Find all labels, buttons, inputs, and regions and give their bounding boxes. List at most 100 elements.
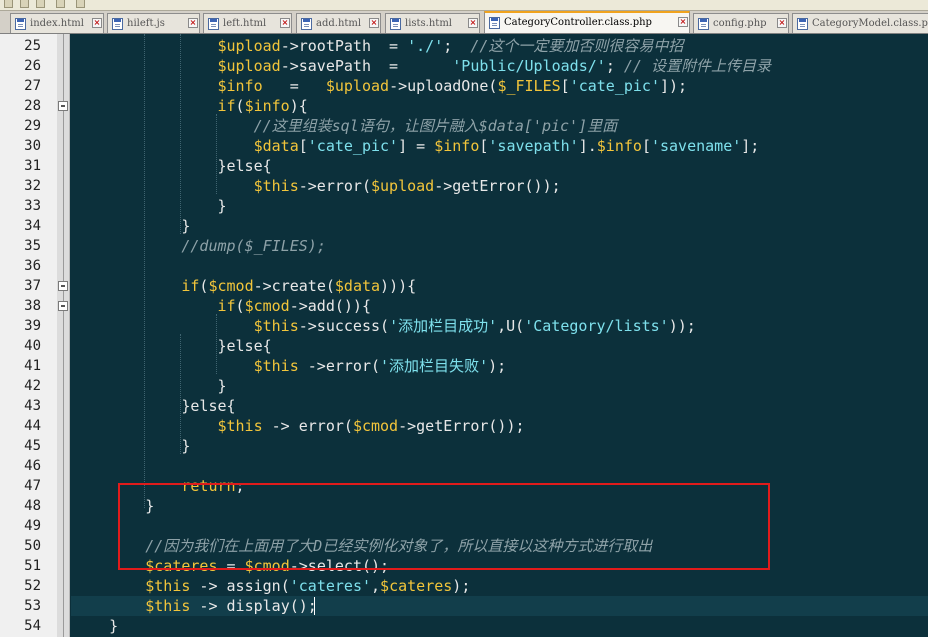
code-token: ->add()){ xyxy=(289,297,371,315)
indent-guide xyxy=(180,34,181,234)
code-line[interactable]: 31}else{ xyxy=(0,156,928,176)
code-line[interactable]: 41 $this ->error('添加栏目失败'); xyxy=(0,356,928,376)
code-token: = xyxy=(262,77,326,95)
tab-left-html[interactable]: left.html × xyxy=(203,13,292,33)
line-number: 33 xyxy=(24,198,41,214)
close-tab-icon[interactable]: × xyxy=(678,17,688,27)
code-line[interactable]: 36 xyxy=(0,256,928,276)
close-tab-icon[interactable]: × xyxy=(369,18,379,28)
line-number: 35 xyxy=(24,238,41,254)
code-text: if($info){ xyxy=(217,96,307,116)
line-number: 34 xyxy=(24,218,41,234)
close-tab-icon[interactable]: × xyxy=(92,18,102,28)
tab-categorymodel[interactable]: CategoryModel.class.php xyxy=(792,13,928,33)
indent-guide xyxy=(216,314,217,374)
toolbar-icon[interactable] xyxy=(56,0,65,8)
code-line[interactable]: 40}else{ xyxy=(0,336,928,356)
code-token: , xyxy=(371,577,381,595)
code-line[interactable]: 44 $this -> error($cmod->getError()); xyxy=(0,416,928,436)
code-token: 'cate_pic' xyxy=(569,77,660,95)
close-tab-icon[interactable]: × xyxy=(188,18,198,28)
toolbar-icon[interactable] xyxy=(4,0,13,8)
code-token: 'savepath' xyxy=(488,137,579,155)
code-token: }else{ xyxy=(217,337,272,355)
code-token: ]); xyxy=(660,77,688,95)
code-token: $this xyxy=(145,577,191,595)
code-token: if xyxy=(217,97,236,115)
line-number: 54 xyxy=(24,618,41,634)
tab-config-php[interactable]: config.php × xyxy=(693,13,789,33)
line-number: 36 xyxy=(24,258,41,274)
code-line[interactable]: 45} xyxy=(0,436,928,456)
code-line[interactable]: 43}else{ xyxy=(0,396,928,416)
close-tab-icon[interactable]: × xyxy=(468,18,478,28)
code-token: ->getError()); xyxy=(398,417,525,435)
code-line[interactable]: 28 if($info){ xyxy=(0,96,928,116)
line-number: 49 xyxy=(24,518,41,534)
file-icon xyxy=(489,17,500,29)
indent-guide xyxy=(216,114,217,194)
toolbar-icon[interactable] xyxy=(20,0,29,8)
code-token: if xyxy=(217,297,236,315)
file-icon xyxy=(797,18,808,30)
code-token: $info xyxy=(217,77,263,95)
code-token: ){ xyxy=(289,97,308,115)
indent-guide xyxy=(180,334,181,454)
code-text: }else{ xyxy=(217,156,271,176)
file-icon xyxy=(390,18,401,30)
code-line[interactable]: 26 $upload->savePath = 'Public/Uploads/';… xyxy=(0,56,928,76)
line-number: 42 xyxy=(24,378,41,394)
close-tab-icon[interactable]: × xyxy=(280,18,290,28)
code-token: ->create( xyxy=(253,277,335,295)
code-token: $upload xyxy=(217,57,281,75)
code-line[interactable]: 46 xyxy=(0,456,928,476)
code-token: ( xyxy=(235,97,245,115)
tab-add-html[interactable]: add.html × xyxy=(296,13,381,33)
code-text: $upload->savePath = 'Public/Uploads/'; /… xyxy=(217,56,771,76)
tab-lists-html[interactable]: lists.html × xyxy=(385,13,480,33)
code-line[interactable]: 35 //dump($_FILES); xyxy=(0,236,928,256)
line-number: 38 xyxy=(24,298,41,314)
code-token: ,U( xyxy=(497,317,525,335)
code-line[interactable]: 30 $data['cate_pic'] = $info['savepath'].… xyxy=(0,136,928,156)
code-line[interactable]: 32 $this->error($upload->getError()); xyxy=(0,176,928,196)
line-number: 52 xyxy=(24,578,41,594)
code-token: ); xyxy=(488,357,507,375)
code-line[interactable]: 39 $this->success('添加栏目成功',U('Category/li… xyxy=(0,316,928,336)
code-token: 'Public/Uploads/' xyxy=(452,57,606,75)
code-line[interactable]: 53 $this -> display(); xyxy=(0,596,928,616)
code-token: ]. xyxy=(578,137,597,155)
code-token: 'cate_pic' xyxy=(307,137,399,155)
code-line[interactable]: 42} xyxy=(0,376,928,396)
code-token: $cateres xyxy=(380,577,453,595)
tab-categorycontroller[interactable]: CategoryController.class.php × xyxy=(484,11,690,33)
tab-index-html[interactable]: index.html × xyxy=(10,13,104,33)
code-line[interactable]: 52 $this -> assign('cateres',$cateres); xyxy=(0,576,928,596)
code-token: $info xyxy=(244,97,290,115)
close-tab-icon[interactable]: × xyxy=(777,18,787,28)
code-text: $this -> error($cmod->getError()); xyxy=(217,416,524,436)
code-line[interactable]: 27 $info = $upload->uploadOne($_FILES['ca… xyxy=(0,76,928,96)
code-token: }else{ xyxy=(217,157,272,175)
tab-hileft-js[interactable]: hileft.js × xyxy=(107,13,200,33)
code-token: 'savename' xyxy=(650,137,742,155)
code-token: $this xyxy=(253,177,299,195)
toolbar xyxy=(0,0,928,11)
toolbar-icon[interactable] xyxy=(36,0,45,8)
code-text: $info = $upload->uploadOne($_FILES['cate… xyxy=(217,76,687,96)
code-line[interactable]: 34} xyxy=(0,216,928,236)
indent-guide xyxy=(144,34,145,508)
toolbar-icon[interactable] xyxy=(76,0,85,8)
code-token: ]; xyxy=(741,137,760,155)
code-token: ->success( xyxy=(298,317,390,335)
code-token: ( xyxy=(235,297,245,315)
code-line[interactable]: 37 if($cmod->create($data))){ xyxy=(0,276,928,296)
code-token: } xyxy=(181,437,191,455)
code-line[interactable]: 25 $upload->rootPath = './'; //这个一定要加否则很容… xyxy=(0,36,928,56)
code-text: } xyxy=(217,376,226,396)
code-line[interactable]: 33} xyxy=(0,196,928,216)
code-line[interactable]: 29 //这里组装sql语句，让图片融入$data['pic']里面 xyxy=(0,116,928,136)
code-line[interactable]: 38 if($cmod->add()){ xyxy=(0,296,928,316)
file-icon xyxy=(698,18,709,30)
code-line[interactable]: 54} xyxy=(0,616,928,636)
